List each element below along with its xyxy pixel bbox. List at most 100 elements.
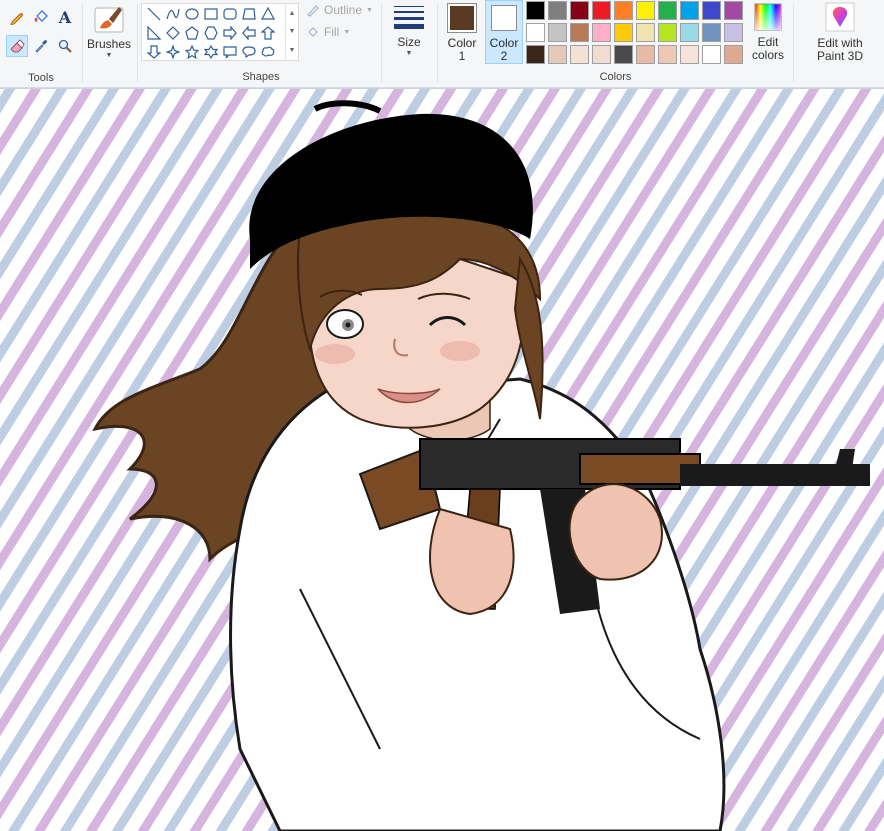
- rect-callout-icon: [222, 45, 237, 58]
- pentagon-shape[interactable]: [182, 23, 201, 42]
- color-picker-tool[interactable]: [30, 35, 52, 57]
- color1-button[interactable]: Color 1: [443, 0, 481, 64]
- palette-swatch[interactable]: [570, 45, 589, 64]
- five-point-star-icon: [184, 44, 199, 59]
- palette-swatch[interactable]: [680, 45, 699, 64]
- eraser-tool[interactable]: [6, 35, 28, 57]
- separator: [437, 4, 438, 82]
- rectangle-shape[interactable]: [201, 4, 220, 23]
- shapes-scroll[interactable]: ▲ ▼ ▼: [285, 4, 298, 60]
- pencil-tool[interactable]: [6, 6, 28, 28]
- brushes-button[interactable]: Brushes ▼: [86, 2, 132, 59]
- rounded-rectangle-shape[interactable]: [220, 4, 239, 23]
- palette-swatch[interactable]: [592, 23, 611, 42]
- palette-swatch[interactable]: [614, 45, 633, 64]
- color1-fill: [450, 6, 474, 30]
- palette-swatch[interactable]: [548, 23, 567, 42]
- pencil-icon: [10, 12, 24, 25]
- line-size-icon: [394, 6, 424, 29]
- cloud-callout-icon: [261, 46, 274, 57]
- six-point-star-shape[interactable]: [201, 42, 220, 61]
- palette-swatch[interactable]: [658, 23, 677, 42]
- palette-swatch[interactable]: [592, 1, 611, 20]
- palette-swatch[interactable]: [724, 45, 743, 64]
- color2-button[interactable]: Color 2: [485, 0, 523, 64]
- curve-icon: [165, 8, 180, 19]
- palette-swatch[interactable]: [680, 23, 699, 42]
- outline-button[interactable]: Outline ▼: [306, 3, 373, 17]
- palette-swatch[interactable]: [570, 23, 589, 42]
- palette-swatch[interactable]: [526, 1, 545, 20]
- right-triangle-icon: [146, 25, 161, 40]
- size-button[interactable]: Size ▼: [388, 3, 430, 57]
- polygon-shape[interactable]: [239, 4, 258, 23]
- palette-swatch[interactable]: [526, 23, 545, 42]
- palette-swatch[interactable]: [658, 1, 677, 20]
- magnifier-tool[interactable]: [54, 35, 76, 57]
- palette-swatch[interactable]: [636, 23, 655, 42]
- rect-callout-shape[interactable]: [220, 42, 239, 61]
- right-triangle-shape[interactable]: [144, 23, 163, 42]
- left-arrow-shape[interactable]: [239, 23, 258, 42]
- text-tool[interactable]: A: [54, 6, 76, 28]
- palette-swatch[interactable]: [548, 45, 567, 64]
- palette-swatch[interactable]: [570, 1, 589, 20]
- eyedropper-icon: [35, 40, 47, 53]
- drawing-canvas[interactable]: [0, 89, 884, 831]
- chevron-down-icon[interactable]: ▼: [406, 50, 413, 57]
- palette-swatch[interactable]: [702, 1, 721, 20]
- expand-gallery-icon[interactable]: ▼: [289, 47, 296, 54]
- palette-swatch[interactable]: [724, 23, 743, 42]
- palette-swatch[interactable]: [702, 23, 721, 42]
- edit-with-paint3d-button[interactable]: Edit with Paint 3D: [798, 2, 882, 63]
- fill-tool[interactable]: [30, 6, 52, 28]
- palette-swatch[interactable]: [636, 1, 655, 20]
- right-arrow-shape[interactable]: [220, 23, 239, 42]
- oval-callout-shape[interactable]: [239, 42, 258, 61]
- separator: [381, 4, 382, 82]
- left-hand: [568, 483, 663, 581]
- palette-swatch[interactable]: [636, 45, 655, 64]
- four-point-star-shape[interactable]: [163, 42, 182, 61]
- palette-swatch[interactable]: [614, 1, 633, 20]
- palette-swatch[interactable]: [658, 45, 677, 64]
- edit-colors-label: Edit colors: [751, 35, 784, 62]
- color2-fill: [494, 8, 514, 28]
- fill-button[interactable]: Fill ▼: [306, 25, 350, 39]
- oval-shape[interactable]: [182, 4, 201, 23]
- palette-swatch[interactable]: [526, 45, 545, 64]
- edit-colors-button[interactable]: Edit colors: [748, 2, 788, 62]
- separator: [137, 4, 138, 82]
- palette-swatch[interactable]: [702, 45, 721, 64]
- triangle-shape[interactable]: [258, 4, 277, 23]
- curve-shape[interactable]: [163, 4, 182, 23]
- separator: [82, 4, 83, 82]
- palette-swatch[interactable]: [680, 1, 699, 20]
- cheek: [440, 341, 480, 361]
- palette-swatch[interactable]: [592, 45, 611, 64]
- tools-group: A Tools: [0, 0, 82, 88]
- down-arrow-shape[interactable]: [144, 42, 163, 61]
- six-point-star-icon: [203, 44, 218, 59]
- rounded-rectangle-icon: [222, 7, 237, 20]
- up-arrow-shape[interactable]: [258, 23, 277, 42]
- scroll-down-icon[interactable]: ▼: [289, 28, 296, 35]
- pentagon-icon: [184, 25, 199, 40]
- five-point-star-shape[interactable]: [182, 42, 201, 61]
- palette-swatch[interactable]: [724, 1, 743, 20]
- line-shape[interactable]: [144, 4, 163, 23]
- shapes-group-label: Shapes: [242, 71, 280, 83]
- cloud-callout-shape[interactable]: [258, 42, 277, 61]
- polygon-icon: [241, 7, 256, 20]
- diamond-shape[interactable]: [163, 23, 182, 42]
- scroll-up-icon[interactable]: ▲: [289, 10, 296, 17]
- palette-swatch[interactable]: [548, 1, 567, 20]
- hexagon-shape[interactable]: [201, 23, 220, 42]
- shapes-gallery[interactable]: ▲ ▼ ▼: [141, 3, 299, 61]
- paint3d-label: Edit with Paint 3D: [816, 36, 864, 63]
- line-icon: [147, 7, 160, 20]
- palette-swatch[interactable]: [614, 23, 633, 42]
- chevron-down-icon[interactable]: ▼: [106, 52, 113, 59]
- size-label: Size: [397, 35, 421, 49]
- hexagon-icon: [203, 25, 218, 40]
